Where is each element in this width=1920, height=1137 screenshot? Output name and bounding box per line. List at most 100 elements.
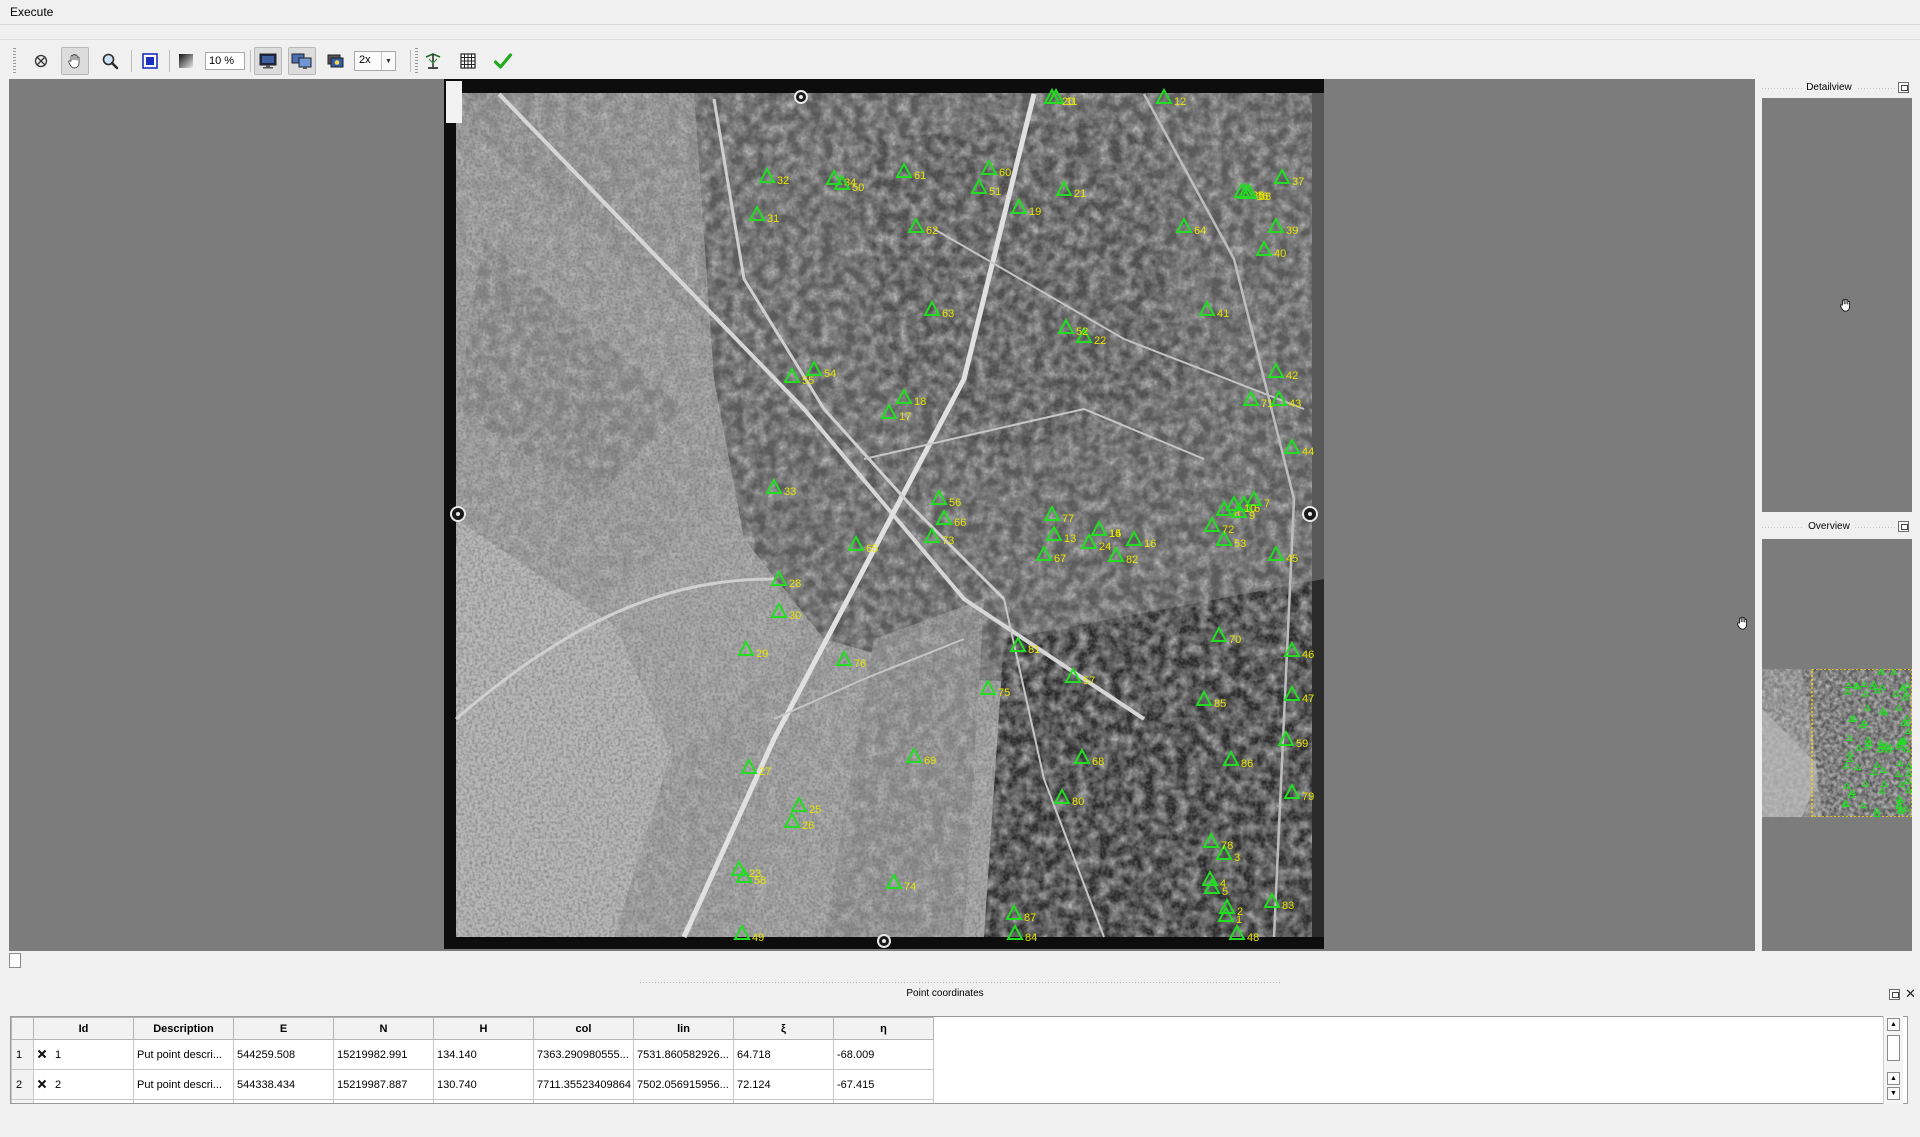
gcp-marker[interactable]: 63 xyxy=(923,299,954,320)
gcp-triangle-icon[interactable] xyxy=(770,601,788,618)
gcp-marker[interactable]: 24 xyxy=(1080,532,1111,553)
gcp-triangle-icon[interactable] xyxy=(1090,519,1108,536)
gcp-marker[interactable]: 39 xyxy=(1267,216,1298,237)
camera-stack-button[interactable] xyxy=(322,47,350,75)
gcp-marker[interactable]: 83 xyxy=(1263,891,1294,912)
gcp-triangle-icon[interactable] xyxy=(1195,689,1213,706)
gcp-triangle-icon[interactable] xyxy=(1035,544,1053,561)
gcp-triangle-icon[interactable] xyxy=(740,757,758,774)
column-header-e[interactable]: E xyxy=(233,1017,334,1040)
gcp-triangle-icon[interactable] xyxy=(733,923,751,940)
gcp-triangle-icon[interactable] xyxy=(895,161,913,178)
gcp-marker[interactable]: 70 xyxy=(1210,625,1241,646)
gcp-triangle-icon[interactable] xyxy=(1053,787,1071,804)
column-header-id[interactable]: Id xyxy=(33,1017,134,1040)
gcp-marker[interactable]: 26 xyxy=(783,811,814,832)
menu-execute[interactable]: Execute xyxy=(10,5,53,19)
gcp-triangle-icon[interactable] xyxy=(895,387,913,404)
gcp-marker[interactable]: 81 xyxy=(1009,635,1040,656)
toolbar-grip[interactable] xyxy=(13,48,16,74)
scrollbar-thumb[interactable] xyxy=(1887,1035,1900,1061)
gcp-triangle-icon[interactable] xyxy=(905,746,923,763)
column-header-xi[interactable]: ξ xyxy=(733,1017,834,1040)
gcp-marker[interactable]: 27 xyxy=(740,757,771,778)
gcp-marker[interactable]: 30 xyxy=(770,601,801,622)
gcp-triangle-icon[interactable] xyxy=(1283,640,1301,657)
id-cell[interactable]: 2 xyxy=(33,1069,134,1100)
row-number[interactable]: 2 xyxy=(11,1069,34,1100)
column-header-n[interactable]: N xyxy=(333,1017,434,1040)
n-cell[interactable]: 15219982.991 xyxy=(333,1039,434,1070)
gcp-marker[interactable]: 25 xyxy=(790,795,821,816)
gcp-marker[interactable]: 37 xyxy=(1273,167,1304,188)
gcp-triangle-icon[interactable] xyxy=(1267,544,1285,561)
close-icon[interactable]: ✕ xyxy=(1904,987,1917,1001)
corner-header[interactable] xyxy=(11,1017,34,1040)
gcp-triangle-icon[interactable] xyxy=(1198,299,1216,316)
row-number[interactable] xyxy=(11,1099,34,1103)
xi-cell[interactable] xyxy=(733,1099,834,1103)
eta-cell[interactable]: -67.415 xyxy=(833,1069,934,1100)
gcp-triangle-icon[interactable] xyxy=(783,366,801,383)
toolbar-grip[interactable] xyxy=(415,48,418,74)
gcp-triangle-icon[interactable] xyxy=(1277,729,1295,746)
gcp-triangle-icon[interactable] xyxy=(1273,167,1291,184)
gcp-marker[interactable]: 33 xyxy=(765,477,796,498)
gcp-marker[interactable]: 84 xyxy=(1006,923,1037,944)
gcp-marker[interactable]: 28 xyxy=(770,569,801,590)
gcp-marker[interactable]: 71 xyxy=(1242,389,1273,410)
gcp-triangle-icon[interactable] xyxy=(970,177,988,194)
point-coordinates-float-button[interactable] xyxy=(1889,989,1900,1000)
gcp-marker[interactable]: 64 xyxy=(1175,216,1206,237)
xi-cell[interactable]: 64.718 xyxy=(733,1039,834,1070)
table-row[interactable] xyxy=(11,1099,934,1103)
gcp-triangle-icon[interactable] xyxy=(1055,179,1073,196)
gcp-marker[interactable]: 2 xyxy=(1218,897,1243,918)
id-cell[interactable] xyxy=(33,1099,134,1103)
zoom-fit-button[interactable] xyxy=(136,47,164,75)
gcp-marker[interactable]: 85 xyxy=(1195,689,1226,710)
gcp-triangle-icon[interactable] xyxy=(1009,635,1027,652)
gcp-marker[interactable]: 12 xyxy=(1155,87,1186,108)
table-scrollbar[interactable]: ▲ ▲ ▼ xyxy=(1883,1016,1903,1104)
gcp-marker[interactable]: 80 xyxy=(1053,787,1084,808)
e-cell[interactable]: 544259.508 xyxy=(233,1039,334,1070)
gcp-triangle-icon[interactable] xyxy=(1043,504,1061,521)
gcp-marker[interactable]: 19 xyxy=(1010,197,1041,218)
gcp-marker[interactable]: 61 xyxy=(895,161,926,182)
gcp-marker[interactable]: 41 xyxy=(1198,299,1229,320)
column-header-description[interactable]: Description xyxy=(133,1017,234,1040)
h-cell[interactable]: 134.140 xyxy=(433,1039,534,1070)
overview-canvas[interactable] xyxy=(1762,539,1912,951)
gcp-marker[interactable]: 73 xyxy=(923,526,954,547)
lin-cell[interactable]: 7502.056915956... xyxy=(633,1069,734,1100)
gcp-triangle-icon[interactable] xyxy=(1203,515,1221,532)
gcp-marker[interactable]: 43 xyxy=(1270,389,1301,410)
gcp-triangle-icon[interactable] xyxy=(783,811,801,828)
column-header-lin[interactable]: lin xyxy=(633,1017,734,1040)
monitor-button[interactable] xyxy=(254,47,282,75)
gcp-triangle-icon[interactable] xyxy=(923,526,941,543)
clear-selection-button[interactable] xyxy=(27,47,55,75)
gcp-marker[interactable]: 47 xyxy=(1283,684,1314,705)
status-checkbox[interactable] xyxy=(9,953,21,968)
gcp-marker[interactable]: 32 xyxy=(758,166,789,187)
gcp-triangle-icon[interactable] xyxy=(1010,197,1028,214)
gcp-marker[interactable]: 82 xyxy=(1107,545,1138,566)
gcp-triangle-icon[interactable] xyxy=(930,488,948,505)
gcp-marker[interactable]: 49 xyxy=(733,923,764,944)
brightness-contrast-button[interactable] xyxy=(172,47,200,75)
gcp-marker[interactable]: 57 xyxy=(1064,666,1095,687)
gcp-triangle-icon[interactable] xyxy=(1006,923,1024,940)
gcp-marker[interactable]: 48 xyxy=(1228,923,1259,944)
col-cell[interactable]: 7363.290980555... xyxy=(533,1039,634,1070)
gcp-triangle-icon[interactable] xyxy=(1263,891,1281,908)
gcp-marker[interactable]: 51 xyxy=(970,177,1001,198)
gcp-marker[interactable]: 76 xyxy=(835,649,866,670)
e-cell[interactable] xyxy=(233,1099,334,1103)
gcp-marker[interactable]: 62 xyxy=(907,216,938,237)
xi-cell[interactable]: 72.124 xyxy=(733,1069,834,1100)
lin-cell[interactable]: 7531.860582926... xyxy=(633,1039,734,1070)
gcp-marker[interactable]: 46 xyxy=(1283,640,1314,661)
gcp-marker[interactable]: 67 xyxy=(1035,544,1066,565)
